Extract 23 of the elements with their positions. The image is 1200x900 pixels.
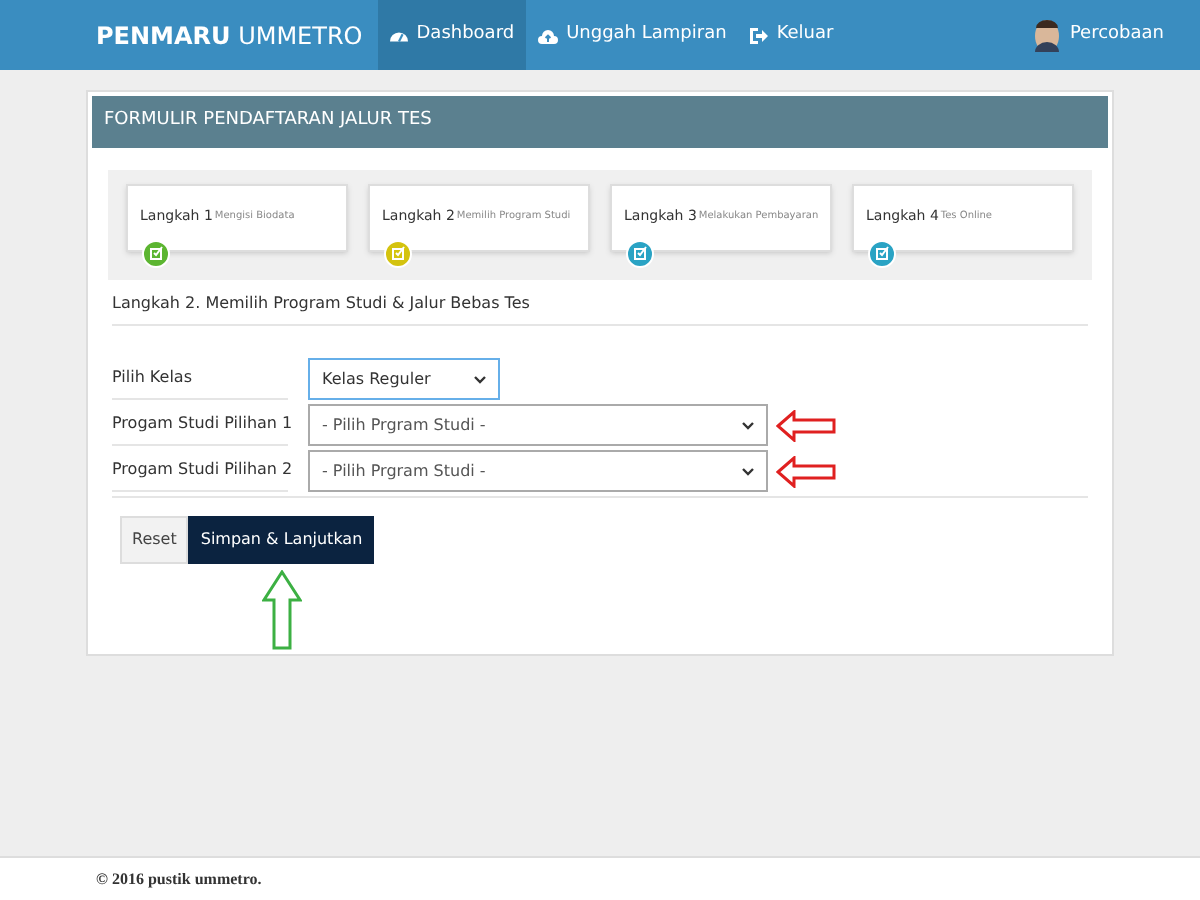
- field-label: Progam Studi Pilihan 2: [112, 450, 288, 492]
- nav-link[interactable]: Unggah Lampiran: [526, 0, 739, 70]
- select-field[interactable]: Kelas Reguler: [308, 358, 500, 400]
- reset-button[interactable]: Reset: [120, 516, 189, 564]
- nav-link[interactable]: Dashboard: [378, 0, 527, 70]
- nav-link[interactable]: Keluar: [738, 0, 846, 70]
- caret-icon: [474, 375, 486, 383]
- logout-icon: [750, 27, 769, 43]
- select-field[interactable]: - Pilih Prgram Studi -: [308, 450, 768, 492]
- section-title: Langkah 2. Memilih Program Studi & Jalur Bebas Tes: [112, 292, 1088, 326]
- field-label: Progam Studi Pilihan 1: [112, 404, 288, 446]
- cloud-upload-icon: [538, 27, 559, 43]
- field-label: Pilih Kelas: [112, 358, 288, 400]
- avatar[interactable]: [1033, 19, 1060, 51]
- brand-logo[interactable]: PENMARU UMMETRO: [96, 17, 363, 53]
- caret-icon: [742, 421, 754, 429]
- caret-icon: [742, 467, 754, 475]
- footer-text: © 2016 pustik ummetro.: [96, 867, 262, 891]
- select-field[interactable]: - Pilih Prgram Studi -: [308, 404, 768, 446]
- panel-header: FORMULIR PENDAFTARAN JALUR TES: [92, 96, 1108, 148]
- save-button[interactable]: Simpan & Lanjutkan: [188, 516, 375, 564]
- user-name[interactable]: Percobaan: [1069, 21, 1164, 49]
- dashboard-icon: [390, 27, 409, 43]
